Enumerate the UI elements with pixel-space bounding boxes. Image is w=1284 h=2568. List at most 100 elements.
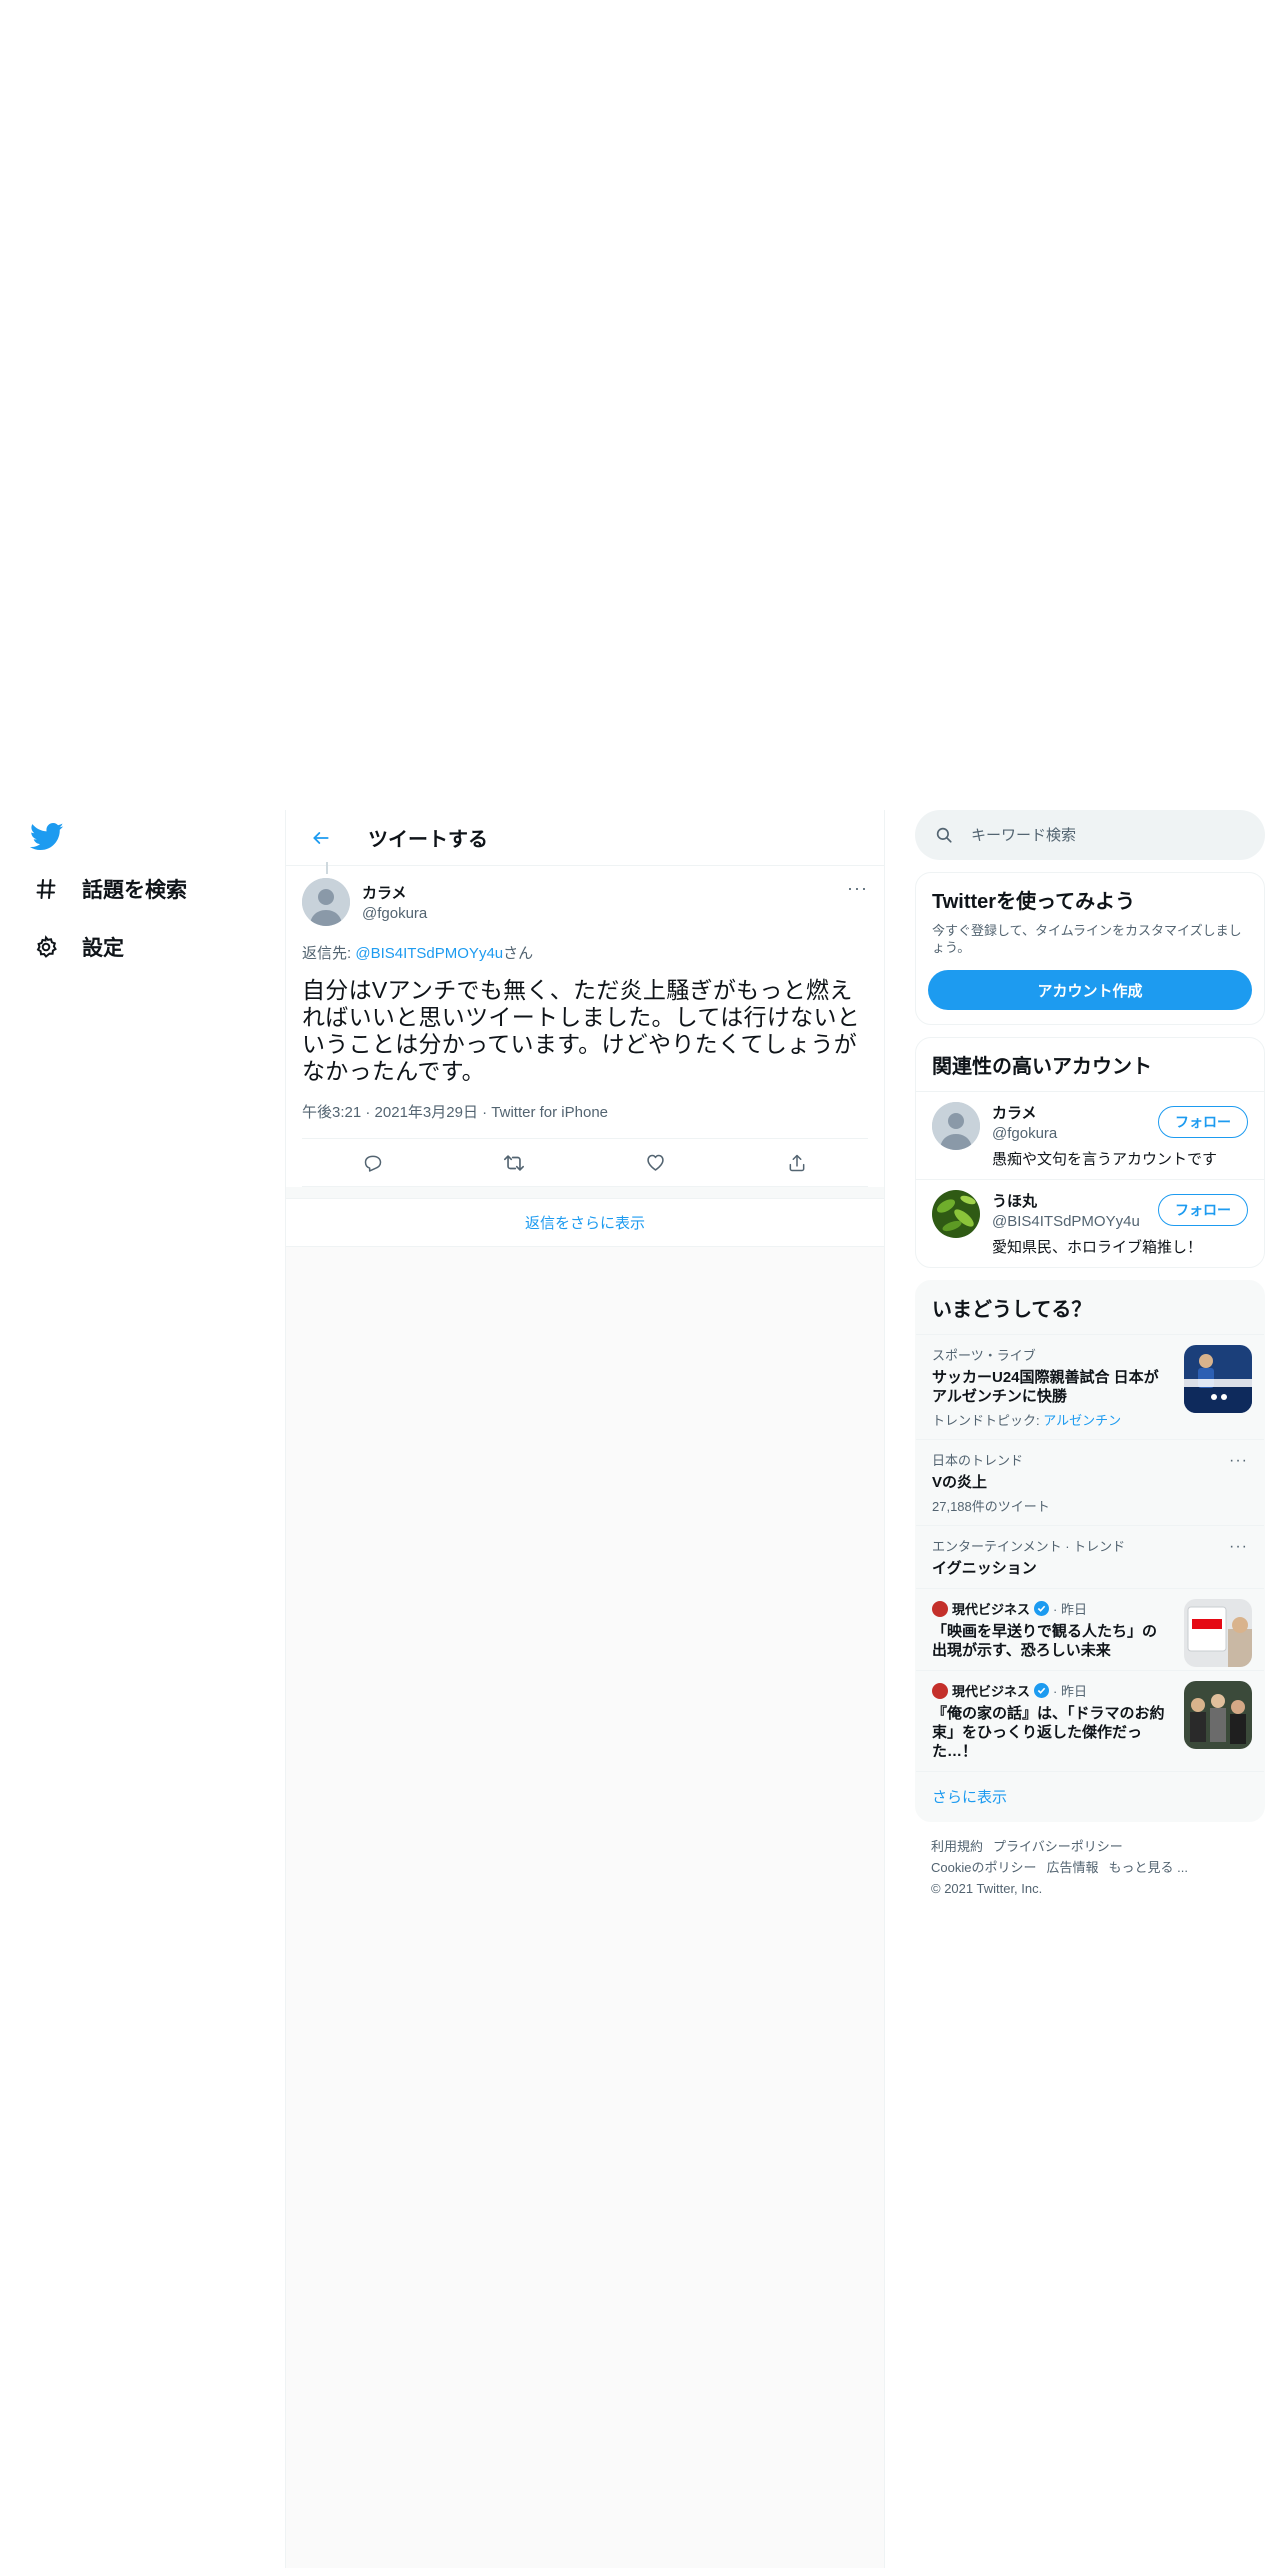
news-time: · 昨日 — [1053, 1602, 1087, 1617]
retweet-icon — [504, 1154, 525, 1171]
meta-separator: · — [361, 1104, 375, 1121]
related-accounts-title: 関連性の高いアカウント — [932, 1056, 1152, 1078]
thread-line — [326, 862, 328, 874]
retweet-button[interactable] — [497, 1146, 531, 1180]
trends-title: いまどうしてる？ — [932, 1299, 1092, 1321]
trend-tweet-count: 27,188件のツイート — [932, 1499, 1050, 1514]
news-time: · 昨日 — [1053, 1684, 1087, 1699]
back-arrow-icon — [313, 831, 329, 844]
trend-sub-prefix: トレンドトピック: — [932, 1413, 1044, 1428]
create-account-button[interactable]: アカウント作成 — [928, 970, 1252, 1010]
trends-card: いまどうしてる？ スポーツ・ライブ サッカーU24国際親善試合 日本がアルゼンチ… — [915, 1280, 1265, 1822]
trend-item[interactable]: エンターテインメント · トレンド イグニッション ··· — [916, 1525, 1264, 1588]
search-icon — [936, 827, 952, 843]
footer-link-terms[interactable]: 利用規約 — [931, 1839, 983, 1854]
news-source-row: 現代ビジネス · 昨日 — [932, 1599, 1168, 1618]
news-source-icon — [932, 1600, 948, 1617]
news-source-name: 現代ビジネス — [952, 1684, 1031, 1699]
tweet-panel: ツイートする カラメ @fgokura ··· 返信先: @BIS4ITSdPM… — [286, 810, 884, 1187]
news-title: 「映画を早送りで観る人たち」の出現が示す、恐ろしい未来 — [932, 1623, 1158, 1659]
follow-button[interactable]: フォロー — [1158, 1194, 1248, 1226]
account-bio: 愛知県民、ホロライブ箱推し！ — [992, 1239, 1203, 1256]
author-display-name[interactable]: カラメ — [362, 882, 427, 903]
trend-title: Vの炎上 — [932, 1474, 988, 1491]
trend-category: スポーツ・ライブ — [932, 1348, 1036, 1363]
avatar[interactable] — [932, 1190, 980, 1238]
news-title: 『俺の家の話』は、「ドラマのお約束」をひっくり返した傑作だった…！ — [932, 1705, 1165, 1760]
like-icon — [647, 1154, 664, 1171]
news-item[interactable]: 現代ビジネス · 昨日 『俺の家の話』は、「ドラマのお約束」をひっくり返した傑作… — [916, 1670, 1264, 1771]
signup-description: 今すぐ登録して、タイムラインをカスタマイズしましょう。 — [932, 923, 1242, 955]
trend-title: イグニッション — [932, 1560, 1037, 1577]
footer-link-more[interactable]: もっと見る ... — [1108, 1860, 1187, 1875]
reply-button[interactable] — [356, 1146, 390, 1180]
footer-link-privacy[interactable]: プライバシーポリシー — [993, 1839, 1123, 1854]
search-bar[interactable] — [915, 810, 1265, 860]
hashtag-icon — [32, 875, 60, 903]
related-accounts-card: 関連性の高いアカウント カラメ @fgokura 愚痴や文句を言うアカウントです… — [915, 1037, 1265, 1268]
tweet-date[interactable]: 2021年3月29日 — [375, 1104, 478, 1121]
footer-links-row-2: Cookieのポリシー 広告情報 もっと見る ... — [931, 1857, 1249, 1878]
footer-links-row-1: 利用規約 プライバシーポリシー — [931, 1836, 1249, 1857]
trend-category: エンターテインメント · トレンド — [932, 1539, 1126, 1554]
trend-thumbnail — [1184, 1345, 1252, 1413]
page-title: ツイートする — [368, 829, 488, 851]
verified-icon — [1034, 1683, 1050, 1698]
footer-link-cookies[interactable]: Cookieのポリシー — [931, 1860, 1036, 1875]
left-nav: 話題を検索 設定 — [0, 810, 285, 2568]
like-button[interactable] — [639, 1146, 673, 1180]
gear-icon — [32, 933, 60, 961]
news-source-icon — [932, 1682, 948, 1699]
tweet-actions — [302, 1139, 868, 1187]
reply-to-line: 返信先: @BIS4ITSdPMOYy4uさん — [302, 942, 868, 963]
main-header: ツイートする — [286, 810, 884, 866]
trend-more-button[interactable]: ··· — [1229, 1538, 1248, 1556]
share-button[interactable] — [780, 1146, 814, 1180]
news-thumbnail — [1184, 1681, 1252, 1749]
tweet-time[interactable]: 午後3:21 — [302, 1104, 361, 1121]
right-sidebar: Twitterを使ってみよう 今すぐ登録して、タイムラインをカスタマイズしましょ… — [915, 810, 1265, 1913]
search-input[interactable] — [971, 826, 1221, 844]
news-source-name: 現代ビジネス — [952, 1602, 1031, 1617]
avatar[interactable] — [302, 878, 350, 926]
trend-category: 日本のトレンド — [932, 1453, 1024, 1468]
trend-more-button[interactable]: ··· — [1229, 1452, 1248, 1470]
account-row[interactable]: カラメ @fgokura 愚痴や文句を言うアカウントです フォロー — [916, 1091, 1264, 1179]
news-item[interactable]: 現代ビジネス · 昨日 「映画を早送りで観る人たち」の出現が示す、恐ろしい未来 — [916, 1588, 1264, 1670]
trend-sub-link[interactable]: アルゼンチン — [1043, 1413, 1121, 1428]
avatar[interactable] — [932, 1102, 980, 1150]
signup-title: Twitterを使ってみよう — [932, 891, 1136, 913]
signup-card: Twitterを使ってみよう 今すぐ登録して、タイムラインをカスタマイズしましょ… — [915, 872, 1265, 1025]
tweet-source[interactable]: Twitter for iPhone — [491, 1104, 608, 1121]
meta-separator: · — [477, 1104, 492, 1121]
tweet-meta: 午後3:21 · 2021年3月29日 · Twitter for iPhone — [302, 1101, 868, 1139]
account-bio: 愚痴や文句を言うアカウントです — [992, 1151, 1218, 1168]
share-icon — [789, 1154, 805, 1171]
more-options-button[interactable]: ··· — [847, 878, 868, 899]
footer: 利用規約 プライバシーポリシー Cookieのポリシー 広告情報 もっと見る ... … — [915, 1822, 1265, 1913]
account-row[interactable]: うほ丸 @BIS4ITSdPMOYy4u 愛知県民、ホロライブ箱推し！ フォロー — [916, 1179, 1264, 1267]
copyright: © 2021 Twitter, Inc. — [931, 1881, 1043, 1896]
trend-item[interactable]: 日本のトレンド Vの炎上 27,188件のツイート ··· — [916, 1439, 1264, 1525]
tweet-author-row: カラメ @fgokura ··· — [302, 878, 868, 926]
tweet-text: 自分はVアンチでも無く、ただ炎上騒ぎがもっと燃えればいいと思いツイートしました。… — [302, 977, 861, 1084]
back-button[interactable] — [304, 821, 338, 855]
show-more-replies-button[interactable]: 返信をさらに表示 — [286, 1199, 884, 1247]
trend-title: サッカーU24国際親善試合 日本がアルゼンチンに快勝 — [932, 1369, 1159, 1405]
twitter-bird-icon[interactable] — [29, 822, 64, 852]
reply-to-prefix: 返信先: — [302, 945, 356, 962]
focal-tweet: カラメ @fgokura ··· 返信先: @BIS4ITSdPMOYy4uさん… — [286, 862, 884, 1187]
trend-item[interactable]: スポーツ・ライブ サッカーU24国際親善試合 日本がアルゼンチンに快勝 トレンド… — [916, 1334, 1264, 1439]
reply-to-mention[interactable]: @BIS4ITSdPMOYy4u — [355, 945, 503, 962]
show-more-trends-link[interactable]: さらに表示 — [916, 1771, 1264, 1821]
news-thumbnail — [1184, 1599, 1252, 1667]
author-handle[interactable]: @fgokura — [362, 905, 427, 922]
verified-icon — [1034, 1601, 1050, 1616]
nav-explore[interactable]: 話題を検索 — [32, 874, 187, 904]
footer-link-ads[interactable]: 広告情報 — [1046, 1860, 1098, 1875]
main-column: ツイートする カラメ @fgokura ··· 返信先: @BIS4ITSdPM… — [285, 810, 885, 2568]
nav-settings[interactable]: 設定 — [32, 932, 124, 962]
news-source-row: 現代ビジネス · 昨日 — [932, 1681, 1168, 1700]
follow-button[interactable]: フォロー — [1158, 1106, 1248, 1138]
nav-settings-label: 設定 — [82, 937, 124, 960]
